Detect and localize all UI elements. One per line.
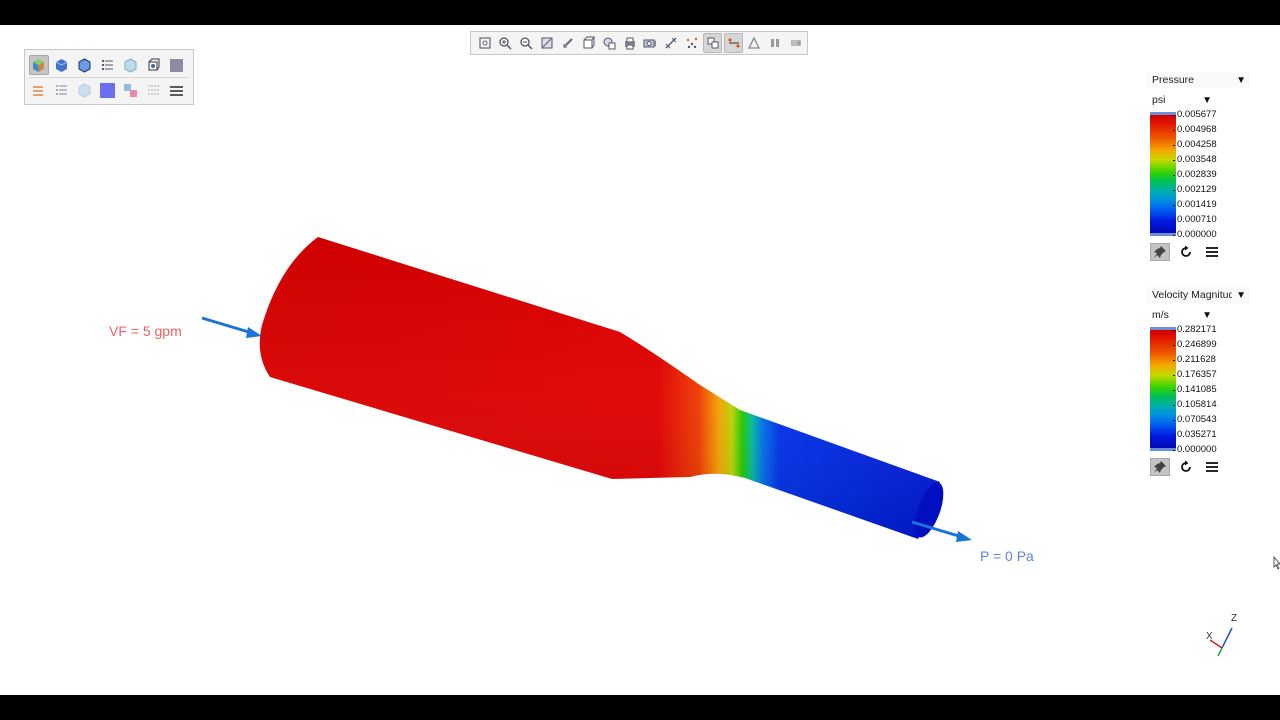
z-axis-label: Z — [1231, 613, 1237, 624]
display-toolbar — [24, 49, 194, 105]
measure-icon[interactable] — [662, 33, 681, 53]
legend-tick: 0.176357 — [1173, 369, 1217, 380]
legend-tick: 0.005677 — [1173, 109, 1217, 120]
vector-arrows-icon[interactable] — [29, 80, 49, 100]
legend-unit-select[interactable]: m/s ▼ — [1146, 307, 1216, 323]
legend-tick: 0.211628 — [1173, 354, 1216, 365]
faded-cube-icon[interactable] — [75, 80, 95, 100]
inlet-arrow — [201, 316, 262, 338]
legend-unit: psi — [1152, 94, 1166, 106]
pause-icon[interactable] — [765, 33, 784, 53]
menu-lines-icon[interactable] — [166, 80, 186, 100]
legend-tick: 0.002129 — [1173, 184, 1217, 195]
dropdown-arrow-icon: ▼ — [1202, 309, 1212, 321]
list-icon[interactable] — [98, 55, 118, 75]
stack-list-icon[interactable] — [52, 80, 72, 100]
zoom-in-icon[interactable] — [496, 33, 515, 53]
menu-icon[interactable] — [1202, 243, 1222, 261]
camera-icon[interactable] — [641, 33, 660, 53]
view-orient-icon[interactable] — [599, 33, 618, 53]
legend-title: Velocity Magnitude — [1152, 289, 1232, 301]
inlet-annotation: VF = 5 gpm — [109, 323, 182, 339]
warning-triangle-icon[interactable] — [745, 33, 764, 53]
outlet-annotation: P = 0 Pa — [980, 548, 1034, 564]
x-axis-label: X — [1206, 631, 1213, 642]
legend-title: Pressure — [1152, 74, 1195, 86]
pressure-legend: Pressure ▼ psi ▼ 0.005677 0.004968 0.00425… — [1146, 72, 1250, 262]
scatter-icon[interactable] — [682, 33, 701, 53]
legend-unit: m/s — [1152, 309, 1169, 321]
view-cube-icon[interactable] — [579, 33, 598, 53]
print-icon[interactable] — [620, 33, 639, 53]
legend-tick: 0.141085 — [1173, 384, 1217, 395]
grey-square-icon[interactable] — [166, 55, 186, 75]
probe-icon[interactable] — [703, 33, 723, 53]
legend-tick: 0.070543 — [1173, 414, 1217, 425]
pin-icon[interactable] — [1150, 243, 1170, 261]
mouse-cursor-icon — [1273, 556, 1280, 570]
rotate-icon[interactable] — [558, 33, 577, 53]
transparent-cube-icon[interactable] — [120, 55, 140, 75]
dropdown-arrow-icon: ▼ — [1236, 289, 1246, 301]
window-bottom-bar — [0, 695, 1280, 720]
blue-cube-icon[interactable] — [52, 55, 72, 75]
legend-tick: 0.002839 — [1173, 169, 1217, 180]
legend-tick: 0.246899 — [1173, 339, 1217, 350]
section-cube-icon[interactable] — [143, 55, 163, 75]
velocity-legend: Velocity Magnitude ▼ m/s ▼ 0.282171 0.2468… — [1146, 287, 1250, 477]
legend-quantity-select[interactable]: Pressure ▼ — [1146, 72, 1250, 88]
pin-icon[interactable] — [1150, 458, 1170, 476]
legend-tick: 0.282171 — [1173, 324, 1217, 335]
legend-tick: 0.000710 — [1173, 214, 1217, 225]
dropdown-arrow-icon: ▼ — [1202, 94, 1212, 106]
legend-tick: 0.003548 — [1173, 154, 1217, 165]
legend-tick: 0.000000 — [1173, 444, 1217, 455]
legend-tick: 0.004258 — [1173, 139, 1217, 150]
dropdown-arrow-icon: ▼ — [1236, 74, 1246, 86]
blue-square-icon[interactable] — [98, 80, 118, 100]
window-top-bar — [0, 0, 1280, 25]
legend-quantity-select[interactable]: Velocity Magnitude ▼ — [1146, 287, 1250, 303]
zoom-box-icon[interactable] — [537, 33, 556, 53]
legend-tick: 0.105814 — [1173, 399, 1217, 410]
menu-icon[interactable] — [1202, 458, 1222, 476]
legend-tick: 0.035271 — [1173, 429, 1217, 440]
color-scale: 0.005677 0.004968 0.004258 0.003548 0.00… — [1146, 109, 1250, 240]
legend-tick: 0.004968 — [1173, 124, 1217, 135]
streamline-icon[interactable] — [723, 33, 744, 53]
reset-icon[interactable] — [1176, 458, 1196, 476]
outline-cube-icon[interactable] — [75, 55, 95, 75]
axis-triad[interactable]: Z X — [1200, 610, 1250, 660]
3d-viewport[interactable]: VF = 5 gpm P = 0 Pa Pressure ▼ psi ▼ 0.0… — [0, 25, 1280, 695]
color-bar — [1150, 115, 1176, 233]
dotted-list-icon[interactable] — [143, 80, 163, 100]
pipe-model — [201, 237, 972, 542]
reset-icon[interactable] — [1176, 243, 1196, 261]
color-bar — [1150, 330, 1176, 448]
fit-view-icon[interactable] — [475, 33, 494, 53]
color-scale: 0.282171 0.246899 0.211628 0.176357 0.14… — [1146, 324, 1250, 455]
record-icon[interactable] — [786, 33, 805, 53]
legend-unit-select[interactable]: psi ▼ — [1146, 92, 1216, 108]
legend-tick: 0.001419 — [1173, 199, 1217, 210]
legend-tick: 0.000000 — [1173, 229, 1217, 240]
split-color-icon[interactable] — [120, 80, 140, 100]
view-toolbar — [470, 31, 808, 55]
shaded-cube-icon[interactable] — [29, 55, 49, 75]
zoom-out-icon[interactable] — [516, 33, 535, 53]
